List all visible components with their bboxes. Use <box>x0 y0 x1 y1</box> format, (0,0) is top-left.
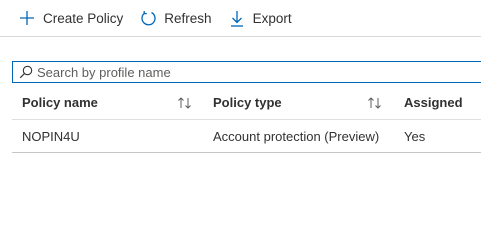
table-header: Policy name Policy type Assigned <box>12 86 481 120</box>
header-assigned[interactable]: Assigned <box>391 95 481 110</box>
refresh-button[interactable]: Refresh <box>139 4 212 32</box>
download-icon <box>228 9 246 27</box>
policy-table: Policy name Policy type Assigned NOPIN4U… <box>12 86 481 153</box>
search-box[interactable] <box>12 61 481 83</box>
search-icon <box>19 65 33 79</box>
create-policy-label: Create Policy <box>43 10 124 26</box>
sort-icon[interactable] <box>367 96 383 109</box>
refresh-icon <box>139 9 157 27</box>
export-button[interactable]: Export <box>228 4 292 32</box>
cell-policy-name[interactable]: NOPIN4U <box>12 129 201 144</box>
policies-page: Create Policy Refresh Export Search by p… <box>0 0 481 242</box>
command-bar: Create Policy Refresh Export <box>0 0 481 37</box>
header-policy-type[interactable]: Policy type <box>201 95 391 110</box>
header-policy-name[interactable]: Policy name <box>12 95 201 110</box>
export-label: Export <box>252 10 292 26</box>
header-policy-type-label: Policy type <box>213 95 282 110</box>
plus-icon <box>18 9 36 27</box>
cell-policy-type: Account protection (Preview) <box>213 128 380 144</box>
cell-assigned: Yes <box>404 128 426 144</box>
search-input[interactable] <box>37 64 457 80</box>
header-policy-name-label: Policy name <box>22 95 98 110</box>
sort-icon[interactable] <box>177 96 193 109</box>
create-policy-button[interactable]: Create Policy <box>18 4 123 32</box>
refresh-label: Refresh <box>164 10 212 26</box>
table-row[interactable]: NOPIN4U Account protection (Preview) Yes <box>12 120 481 153</box>
